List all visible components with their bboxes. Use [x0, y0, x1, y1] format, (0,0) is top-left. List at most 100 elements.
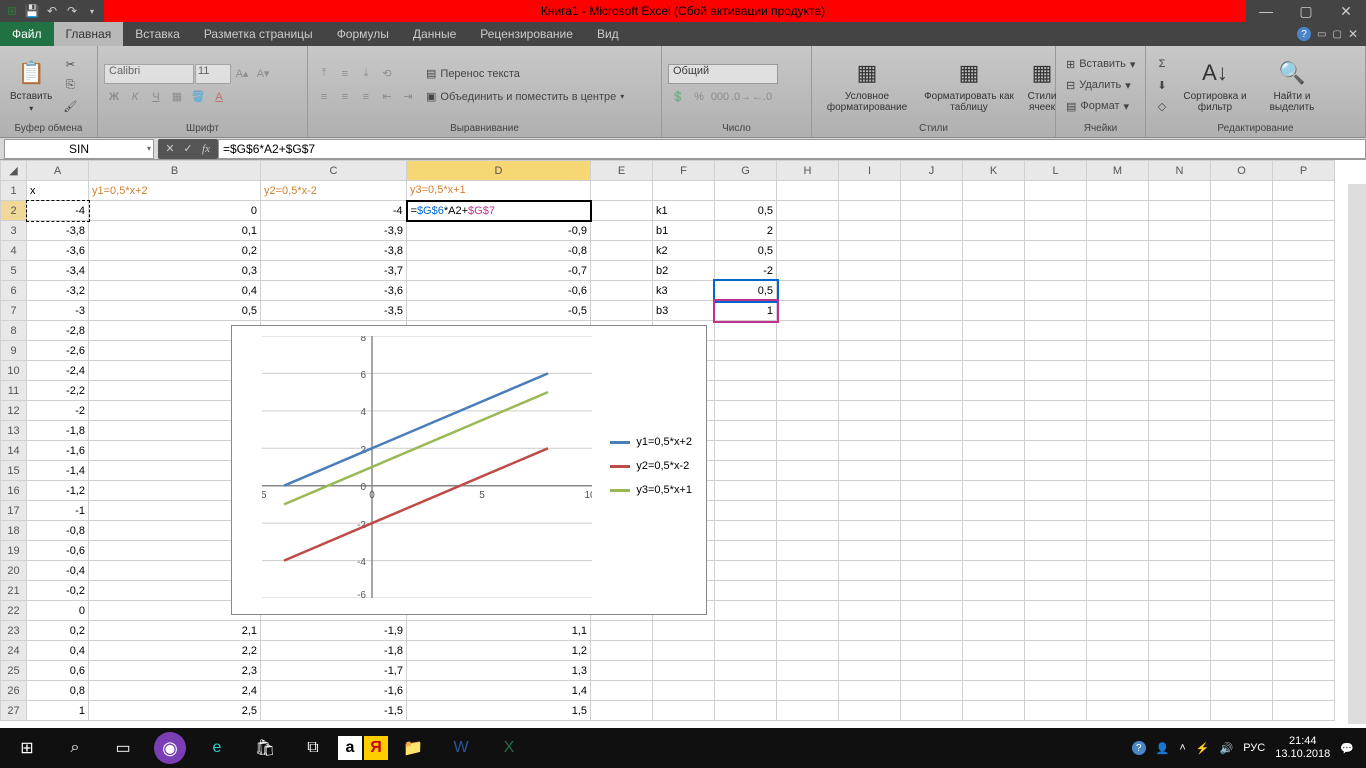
cell[interactable]	[1149, 581, 1211, 601]
cell[interactable]	[1087, 401, 1149, 421]
cell[interactable]	[715, 521, 777, 541]
column-header[interactable]: K	[963, 161, 1025, 181]
cell[interactable]	[1025, 501, 1087, 521]
cell[interactable]	[715, 501, 777, 521]
cell[interactable]: x	[27, 181, 89, 201]
cell[interactable]: -4	[27, 201, 89, 221]
cell[interactable]	[839, 541, 901, 561]
cell[interactable]	[1087, 581, 1149, 601]
cell[interactable]	[1025, 521, 1087, 541]
cell[interactable]	[777, 281, 839, 301]
cell[interactable]	[715, 641, 777, 661]
cell[interactable]	[1087, 701, 1149, 721]
edge-icon[interactable]: e	[194, 728, 240, 768]
cell[interactable]	[1149, 601, 1211, 621]
cell[interactable]	[901, 221, 963, 241]
cell[interactable]	[1087, 681, 1149, 701]
cell[interactable]: -3,5	[261, 301, 407, 321]
cell[interactable]	[901, 301, 963, 321]
cell[interactable]: 2,5	[89, 701, 261, 721]
row-header[interactable]: 23	[1, 621, 27, 641]
bold-button[interactable]: Ж	[104, 87, 124, 107]
cell[interactable]	[1087, 601, 1149, 621]
clock[interactable]: 21:44 13.10.2018	[1275, 735, 1330, 761]
cell[interactable]	[1025, 701, 1087, 721]
cell[interactable]	[839, 621, 901, 641]
cell[interactable]: 1,2	[407, 641, 591, 661]
cell[interactable]	[1211, 181, 1273, 201]
cell[interactable]: -1,6	[27, 441, 89, 461]
column-header[interactable]: L	[1025, 161, 1087, 181]
cell[interactable]	[1273, 481, 1335, 501]
row-header[interactable]: 17	[1, 501, 27, 521]
cell[interactable]	[653, 661, 715, 681]
cell[interactable]	[1273, 361, 1335, 381]
cell[interactable]: 1,1	[407, 621, 591, 641]
cut-icon[interactable]: ✂	[60, 54, 80, 74]
cell[interactable]	[901, 501, 963, 521]
cell[interactable]: -1,4	[27, 461, 89, 481]
cell[interactable]	[839, 401, 901, 421]
cell[interactable]	[777, 561, 839, 581]
cell[interactable]: 1,3	[407, 661, 591, 681]
ribbon-window-icon[interactable]: ▢	[1332, 29, 1341, 40]
cell[interactable]	[715, 461, 777, 481]
cell[interactable]	[1273, 521, 1335, 541]
font-size-select[interactable]: 11	[195, 64, 231, 84]
maximize-button[interactable]: ▢	[1286, 0, 1326, 22]
column-header[interactable]: J	[901, 161, 963, 181]
cell[interactable]	[777, 501, 839, 521]
ribbon-minimize-icon[interactable]: ▭	[1317, 29, 1326, 40]
cell[interactable]: -0,7	[407, 261, 591, 281]
cell[interactable]	[901, 201, 963, 221]
row-header[interactable]: 8	[1, 321, 27, 341]
row-header[interactable]: 2	[1, 201, 27, 221]
cell[interactable]	[963, 181, 1025, 201]
cell[interactable]	[1211, 401, 1273, 421]
cell[interactable]	[1149, 361, 1211, 381]
dropbox-icon[interactable]: ⧉	[290, 728, 336, 768]
cell[interactable]	[777, 381, 839, 401]
cell[interactable]	[1211, 221, 1273, 241]
cell[interactable]: k1	[653, 201, 715, 221]
cell[interactable]	[1025, 181, 1087, 201]
cell[interactable]	[715, 421, 777, 441]
cell[interactable]	[1025, 321, 1087, 341]
row-header[interactable]: 20	[1, 561, 27, 581]
cell[interactable]: -4	[261, 201, 407, 221]
cell[interactable]: -2,2	[27, 381, 89, 401]
cell[interactable]	[963, 561, 1025, 581]
cell[interactable]	[715, 561, 777, 581]
row-header[interactable]: 3	[1, 221, 27, 241]
cell[interactable]	[777, 461, 839, 481]
cell[interactable]	[1211, 321, 1273, 341]
cell[interactable]	[777, 661, 839, 681]
cell[interactable]	[777, 321, 839, 341]
cell[interactable]	[591, 301, 653, 321]
cell[interactable]	[1149, 321, 1211, 341]
cell[interactable]	[1149, 561, 1211, 581]
cell[interactable]: -1,8	[27, 421, 89, 441]
cell[interactable]	[963, 241, 1025, 261]
cell[interactable]: -1,8	[261, 641, 407, 661]
cell[interactable]	[777, 441, 839, 461]
cell[interactable]	[1025, 401, 1087, 421]
cell[interactable]	[1149, 241, 1211, 261]
align-left-icon[interactable]: ≡	[314, 87, 334, 107]
cell[interactable]	[963, 621, 1025, 641]
cell[interactable]: k2	[653, 241, 715, 261]
cell[interactable]	[1025, 341, 1087, 361]
cell[interactable]	[1025, 581, 1087, 601]
yandex-icon[interactable]: Я	[364, 736, 388, 760]
cell[interactable]: -3,6	[27, 241, 89, 261]
cell[interactable]	[963, 261, 1025, 281]
column-header[interactable]: N	[1149, 161, 1211, 181]
ribbon-close-icon[interactable]: ✕	[1348, 27, 1358, 41]
cell[interactable]	[1273, 641, 1335, 661]
embedded-chart[interactable]: 864 20-2 -4-6 -50510 y1=0,5*x+2 y2=0,5*x…	[231, 325, 707, 615]
cell[interactable]	[1087, 621, 1149, 641]
cell[interactable]: -1,2	[27, 481, 89, 501]
cell[interactable]	[591, 181, 653, 201]
cell[interactable]	[715, 661, 777, 681]
cell[interactable]: y2=0,5*x-2	[261, 181, 407, 201]
